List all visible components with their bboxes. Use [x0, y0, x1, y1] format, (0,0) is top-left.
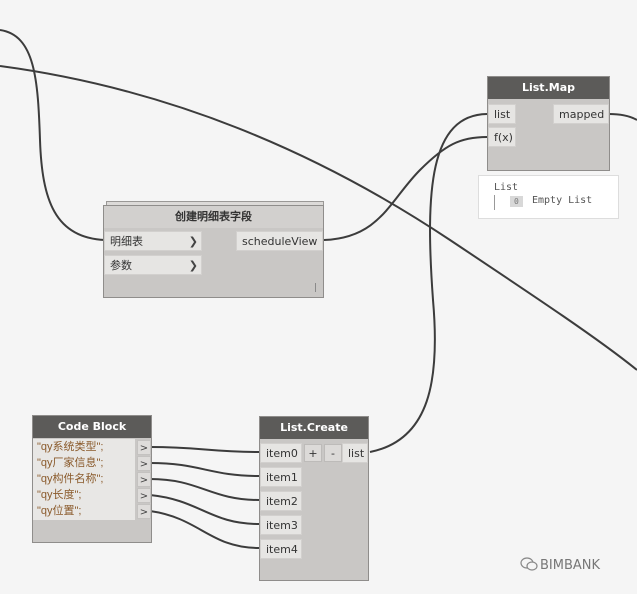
schedule-input-label: 参数 — [110, 259, 132, 272]
code-block-title[interactable]: Code Block — [33, 416, 151, 438]
list-create-input-item1[interactable]: item1 — [260, 467, 302, 487]
code-output-port[interactable]: > — [137, 472, 151, 487]
remove-input-button[interactable]: - — [324, 444, 342, 462]
wire-top-left[interactable] — [0, 29, 106, 241]
code-line[interactable]: "qy厂家信息"; — [33, 455, 103, 471]
list-map-preview: List 0 Empty List — [478, 175, 619, 219]
preview-header: List — [494, 182, 519, 193]
chevron-right-icon[interactable]: ❯ — [189, 232, 198, 252]
watermark: BIMBANK — [520, 557, 600, 573]
wire-list-to-map[interactable] — [369, 113, 488, 453]
list-create-input-item2[interactable]: item2 — [260, 491, 302, 511]
schedule-output-view[interactable]: scheduleView — [236, 231, 323, 251]
code-line[interactable]: "qy位置"; — [33, 503, 81, 519]
wire-schedule-to-fx[interactable] — [323, 136, 488, 241]
schedule-footer-mark: | — [313, 283, 317, 293]
preview-tree-line — [494, 195, 495, 210]
add-input-button[interactable]: + — [304, 444, 322, 462]
chevron-right-icon[interactable]: ❯ — [189, 256, 198, 276]
watermark-text: BIMBANK — [540, 558, 601, 573]
wechat-icon — [520, 557, 538, 571]
code-output-port[interactable]: > — [137, 456, 151, 471]
list-map-title[interactable]: List.Map — [488, 77, 609, 99]
schedule-input-label: 明细表 — [110, 235, 143, 248]
list-map-node[interactable]: List.Map list f(x) mapped — [487, 76, 610, 171]
list-create-output-list[interactable]: list — [342, 443, 368, 463]
code-output-port[interactable]: > — [137, 488, 151, 503]
list-map-input-fx[interactable]: f(x) — [488, 127, 516, 147]
code-output-port[interactable]: > — [137, 504, 151, 519]
list-create-node[interactable]: List.Create item0 item1 item2 item3 item… — [259, 416, 369, 581]
schedule-input-schedule[interactable]: 明细表 ❯ — [104, 231, 202, 251]
list-create-title[interactable]: List.Create — [260, 417, 368, 439]
list-create-input-item3[interactable]: item3 — [260, 515, 302, 535]
code-line[interactable]: "qy构件名称"; — [33, 471, 103, 487]
wire-code-1[interactable] — [149, 462, 260, 477]
code-editor[interactable]: "qy系统类型"; "qy厂家信息"; "qy构件名称"; "qy长度"; "q… — [33, 439, 135, 520]
code-line[interactable]: "qy长度"; — [33, 487, 81, 503]
wire-code-0[interactable] — [149, 446, 260, 453]
preview-badge: 0 — [510, 196, 523, 207]
schedule-input-param[interactable]: 参数 ❯ — [104, 255, 202, 275]
list-create-input-item0[interactable]: item0 — [260, 443, 302, 463]
list-map-input-list[interactable]: list — [488, 104, 516, 124]
schedule-field-title[interactable]: 创建明细表字段 — [104, 206, 323, 228]
code-line[interactable]: "qy系统类型"; — [33, 439, 103, 455]
list-create-input-item4[interactable]: item4 — [260, 539, 302, 559]
code-block-node[interactable]: Code Block "qy系统类型"; "qy厂家信息"; "qy构件名称";… — [32, 415, 152, 543]
schedule-field-node[interactable]: 创建明细表字段 明细表 ❯ 参数 ❯ scheduleView | — [103, 205, 324, 298]
wire-mapped-out[interactable] — [608, 113, 637, 121]
wire-code-4[interactable] — [149, 510, 260, 549]
code-output-port[interactable]: > — [137, 440, 151, 455]
preview-empty-text: Empty List — [532, 195, 593, 206]
list-map-output-mapped[interactable]: mapped — [553, 104, 609, 124]
